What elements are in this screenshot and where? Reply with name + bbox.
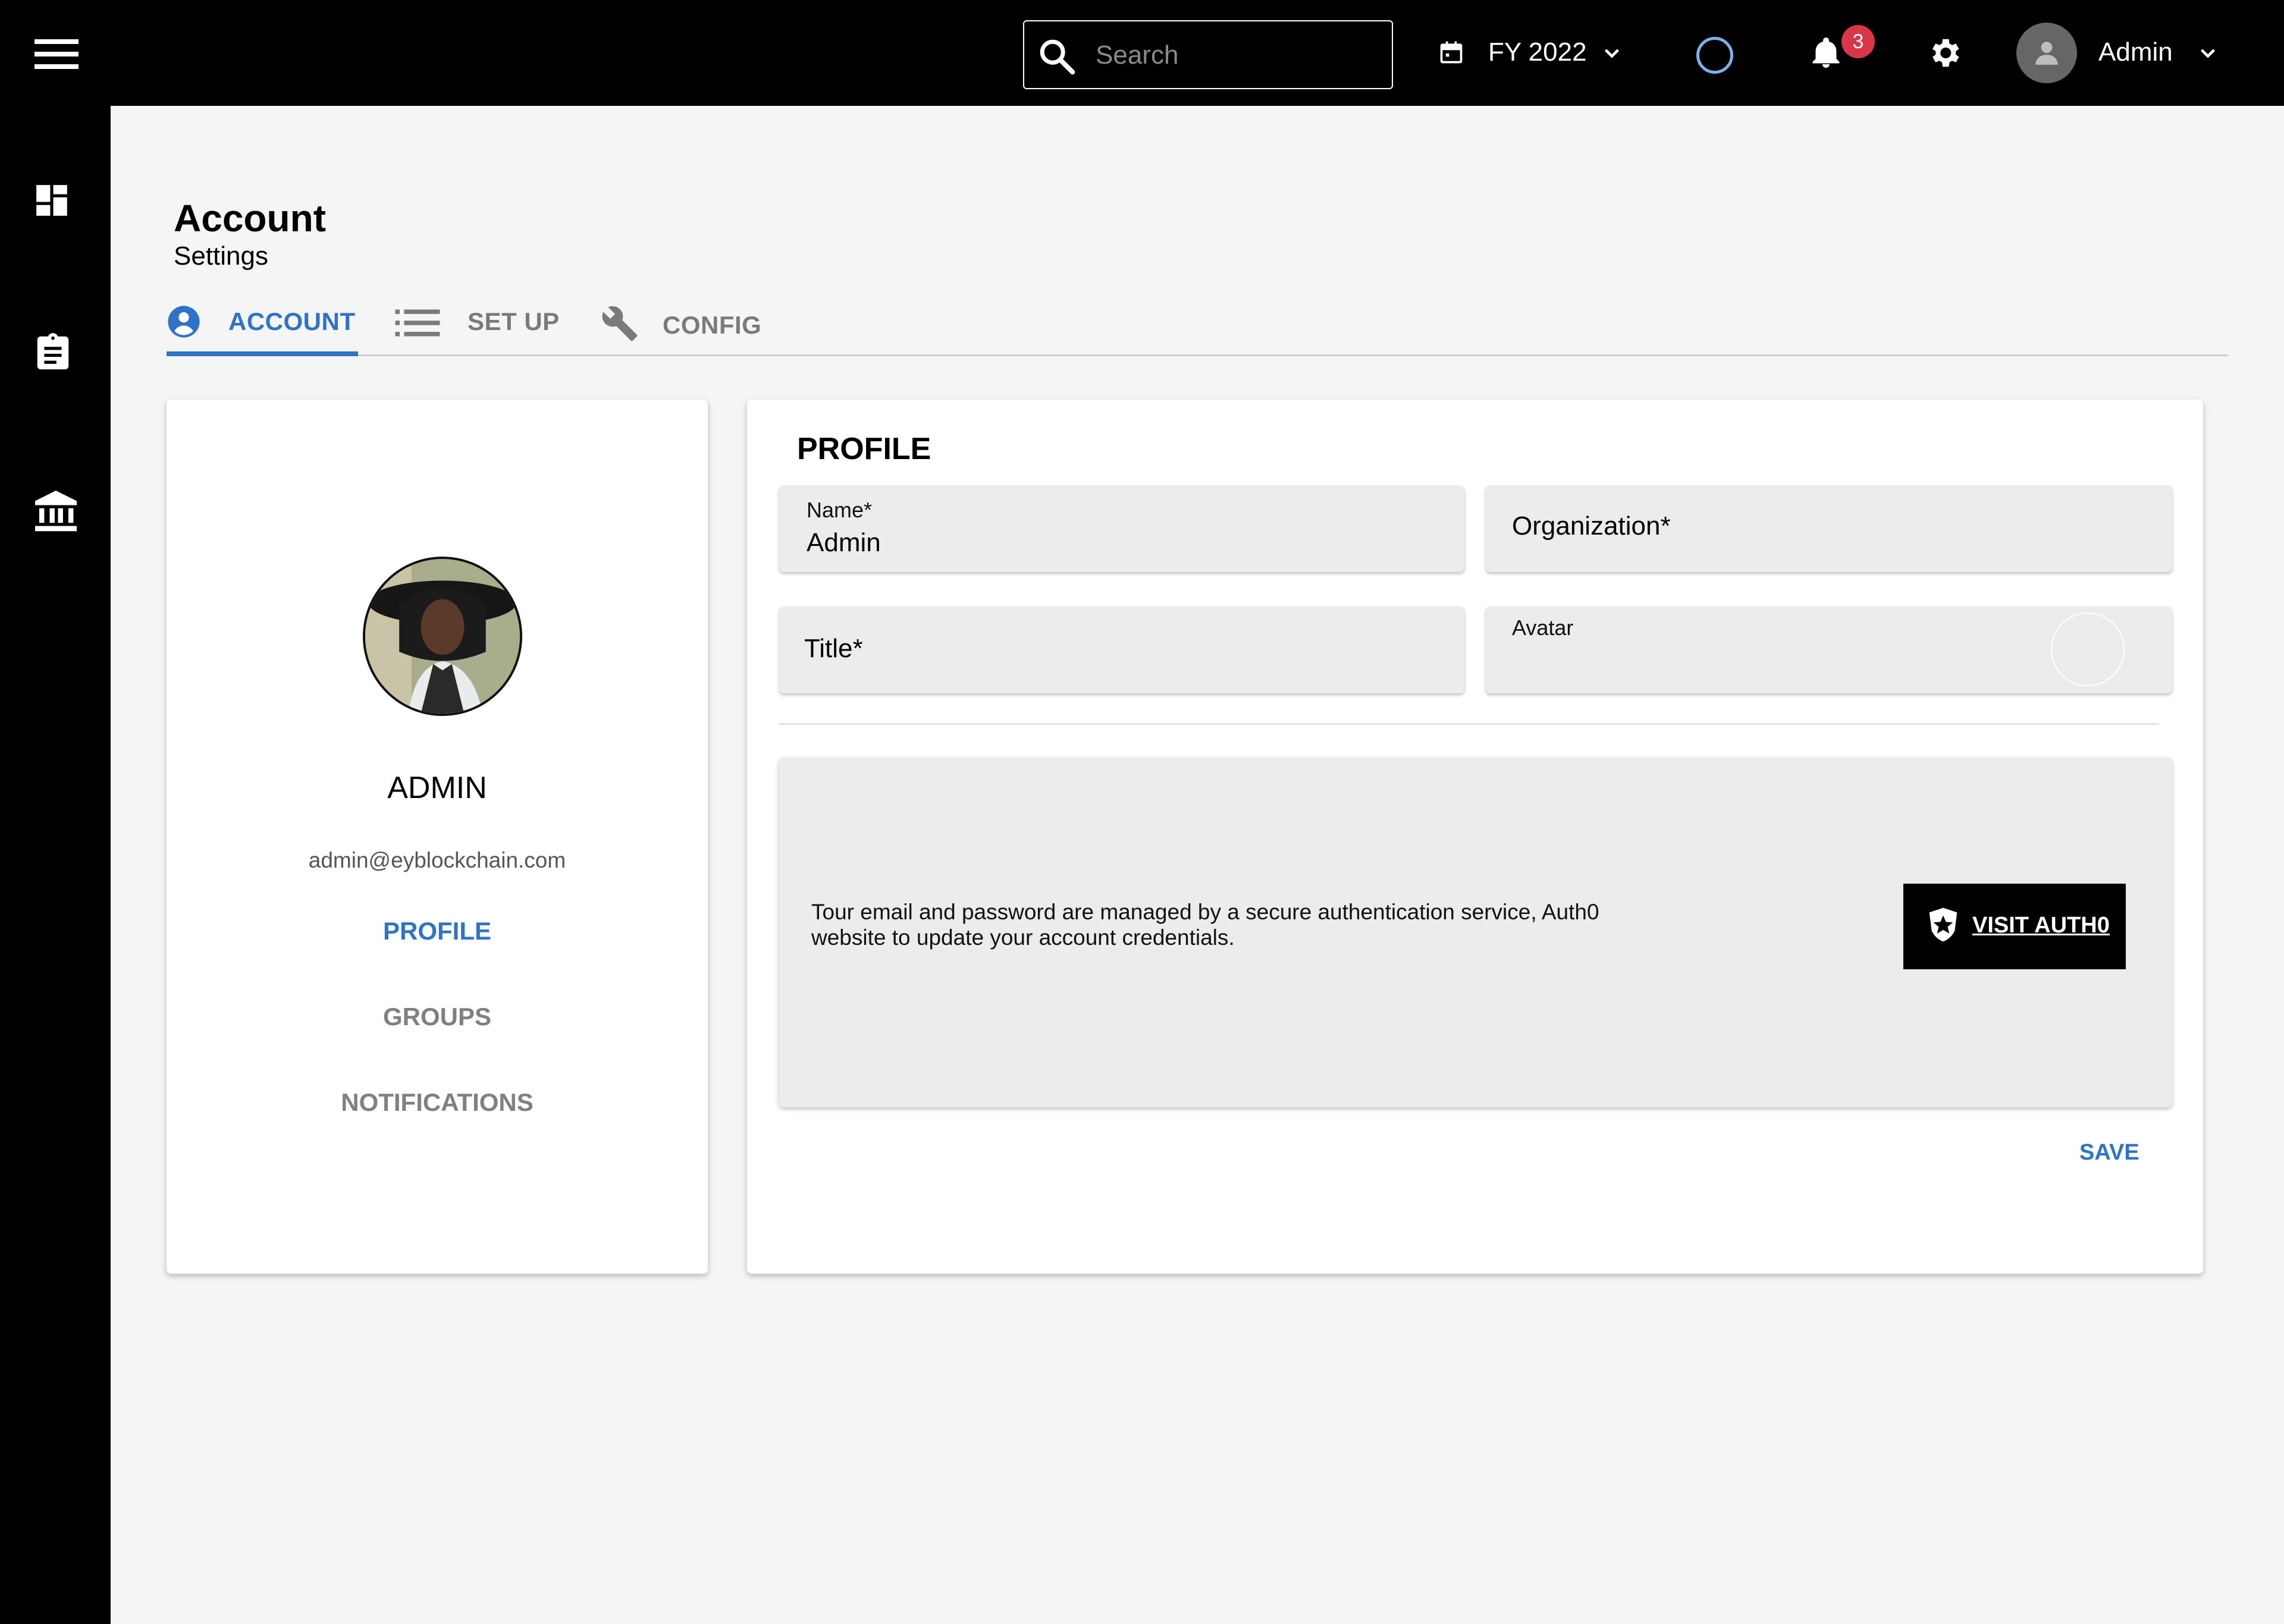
profile-heading: PROFILE: [797, 432, 931, 466]
page-subtitle: Settings: [174, 241, 268, 271]
save-button[interactable]: SAVE: [2079, 1138, 2139, 1167]
avatar-field-label: Avatar: [1512, 615, 1574, 640]
avatar-upload-circle[interactable]: [2051, 612, 2125, 686]
wrench-icon: [602, 306, 638, 341]
tab-account[interactable]: ACCOUNT: [167, 302, 358, 350]
bank-icon[interactable]: [31, 486, 81, 536]
fiscal-year-label[interactable]: FY 2022: [1488, 36, 1587, 69]
tab-setup[interactable]: SET UP: [395, 302, 567, 350]
title-field-label: Title*: [804, 634, 863, 663]
tab-config-label: CONFIG: [663, 311, 762, 339]
profile-email: admin@eyblockchain.com: [308, 848, 566, 872]
notification-badge: 3: [1841, 25, 1875, 58]
nav-profile[interactable]: PROFILE: [167, 916, 708, 947]
menu-icon[interactable]: [34, 39, 79, 69]
dashboard-icon[interactable]: [33, 182, 70, 219]
visit-auth0-button[interactable]: VISIT AUTH0: [1903, 884, 2126, 969]
title-field[interactable]: Title*: [779, 607, 1464, 693]
list-icon: [395, 309, 440, 337]
avatar-field[interactable]: Avatar: [1486, 607, 2172, 693]
nav-groups[interactable]: GROUPS: [167, 1001, 708, 1032]
account-circle-icon: [168, 306, 200, 338]
nav-notifications[interactable]: NOTIFICATIONS: [167, 1087, 708, 1118]
search-box[interactable]: [1023, 20, 1393, 89]
tab-config[interactable]: CONFIG: [601, 302, 773, 350]
profile-name: ADMIN: [387, 771, 487, 805]
search-icon: [1040, 39, 1075, 75]
name-field[interactable]: Name* Admin: [779, 485, 1464, 572]
profile-photo: [363, 557, 522, 716]
tab-setup-label: SET UP: [468, 307, 560, 335]
auth-message: Tour email and password are managed by a…: [811, 900, 1599, 950]
calendar-icon[interactable]: [1438, 39, 1464, 65]
tabs-divider: [167, 354, 2228, 356]
search-input[interactable]: [1094, 34, 1380, 76]
form-divider: [779, 723, 2159, 725]
active-tab-indicator: [167, 351, 358, 356]
chevron-down-icon[interactable]: [2196, 43, 2220, 64]
profile-summary-card: [167, 400, 708, 1274]
clipboard-icon[interactable]: [32, 328, 74, 376]
tab-account-label: ACCOUNT: [228, 307, 356, 335]
auth0-shield-icon: [1929, 907, 1957, 942]
loading-spinner-icon: [1696, 37, 1733, 74]
gear-icon[interactable]: [1926, 34, 1963, 71]
name-field-label: Name*: [807, 498, 873, 522]
chevron-down-icon[interactable]: [1600, 43, 1624, 64]
visit-auth0-label: VISIT AUTH0: [1972, 913, 2110, 938]
user-avatar[interactable]: [2016, 23, 2077, 83]
page-title: Account: [174, 197, 326, 240]
name-field-value[interactable]: Admin: [807, 527, 881, 559]
profile-photo-image: [365, 559, 520, 714]
organization-field-label: Organization*: [1512, 511, 1671, 541]
person-icon: [2035, 42, 2058, 65]
bell-icon[interactable]: [1808, 33, 1844, 73]
organization-field[interactable]: Organization*: [1486, 485, 2172, 572]
user-name[interactable]: Admin: [2098, 36, 2173, 69]
